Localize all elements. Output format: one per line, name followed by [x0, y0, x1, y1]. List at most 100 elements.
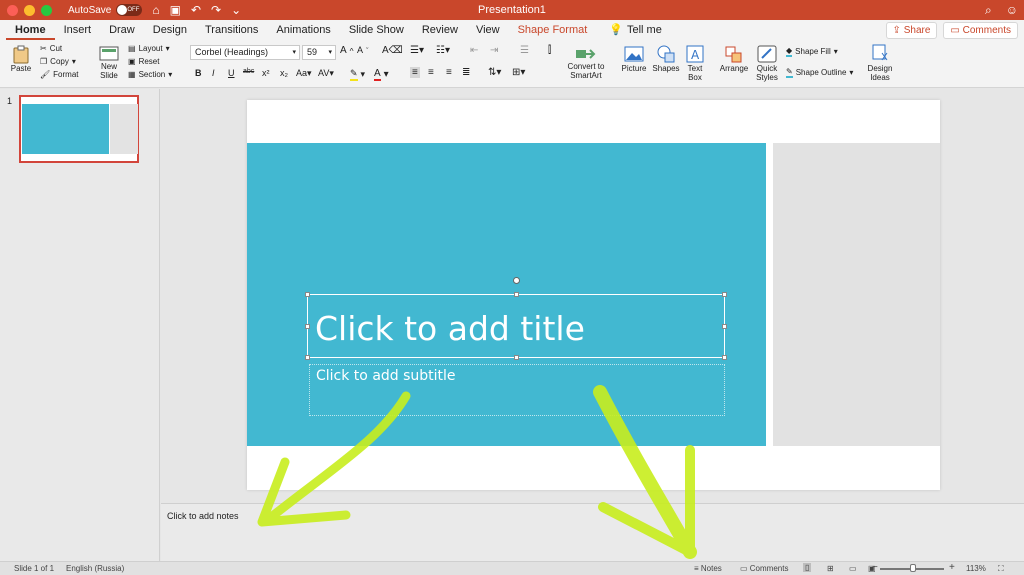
paste-button[interactable]: Paste: [8, 44, 34, 73]
tab-design[interactable]: Design: [144, 20, 196, 40]
minimize-window-button[interactable]: [24, 4, 35, 16]
tab-home[interactable]: Home: [6, 20, 55, 40]
undo-icon[interactable]: ↶: [191, 3, 201, 17]
customize-toolbar-icon[interactable]: ⌄: [231, 3, 241, 17]
new-slide-label-1: New: [100, 62, 117, 71]
comments-button[interactable]: ▭ Comments: [943, 22, 1018, 39]
slide-canvas[interactable]: Click to add title Click to add subtitle: [247, 100, 940, 490]
clear-formatting-icon[interactable]: A⌫: [382, 45, 403, 56]
redo-icon[interactable]: ↷: [211, 3, 221, 17]
tab-view[interactable]: View: [467, 20, 509, 40]
quick-styles-button[interactable]: Quick Styles: [752, 44, 782, 82]
underline-button[interactable]: U: [228, 68, 235, 78]
normal-view-icon[interactable]: ▯: [803, 563, 812, 572]
resize-handle[interactable]: [722, 324, 727, 329]
subscript-button[interactable]: x₂: [280, 68, 288, 78]
grey-rectangle-shape[interactable]: [773, 143, 940, 446]
picture-button[interactable]: Picture: [620, 44, 648, 73]
zoom-level[interactable]: 113%: [966, 564, 986, 573]
resize-handle[interactable]: [514, 355, 519, 360]
character-spacing-icon[interactable]: AV▾: [318, 68, 334, 79]
zoom-out-icon[interactable]: −: [872, 562, 878, 573]
rotate-handle[interactable]: [513, 277, 520, 284]
font-name-value: Corbel (Headings): [195, 47, 269, 57]
tell-me[interactable]: 💡 Tell me: [600, 20, 671, 40]
numbering-icon[interactable]: ☷▾: [436, 45, 450, 56]
align-center-icon[interactable]: ≡: [428, 67, 434, 78]
text-box-button[interactable]: A Text Box: [684, 44, 706, 82]
text-direction-icon[interactable]: ⇅▾: [488, 67, 501, 78]
autosave-toggle[interactable]: OFF: [116, 4, 143, 16]
highlight-color-icon[interactable]: ✎ ▾: [350, 68, 365, 81]
line-spacing-icon[interactable]: ☰: [520, 45, 529, 56]
save-icon[interactable]: ▣: [170, 3, 181, 17]
home-icon[interactable]: ⌂: [152, 3, 159, 17]
shape-outline-button[interactable]: ✎ Shape Outline ▾: [786, 67, 853, 78]
resize-handle[interactable]: [305, 292, 310, 297]
section-label: Section: [138, 70, 166, 79]
convert-smartart-button[interactable]: Convert to SmartArt: [566, 44, 606, 80]
shapes-button[interactable]: Shapes: [652, 44, 680, 73]
resize-handle[interactable]: [722, 292, 727, 297]
fit-to-window-icon[interactable]: ⛶: [998, 564, 1004, 574]
tab-review[interactable]: Review: [413, 20, 467, 40]
tab-slide-show[interactable]: Slide Show: [340, 20, 413, 40]
bullets-icon[interactable]: ☰▾: [410, 45, 424, 56]
reset-button[interactable]: ▣ Reset: [128, 57, 159, 66]
comments-label: Comments: [962, 25, 1011, 36]
resize-handle[interactable]: [305, 324, 310, 329]
superscript-button[interactable]: x²: [262, 68, 270, 78]
justify-icon[interactable]: ≣: [462, 67, 470, 78]
format-painter-button[interactable]: 🖌 Format: [40, 70, 79, 79]
new-slide-button[interactable]: New Slide: [95, 44, 123, 80]
close-window-button[interactable]: [7, 4, 18, 16]
tab-shape-format[interactable]: Shape Format: [509, 20, 597, 40]
clipboard-icon: [13, 45, 29, 64]
font-size-select[interactable]: 59 ▾: [302, 45, 336, 60]
arrange-button[interactable]: Arrange: [718, 44, 750, 73]
resize-handle[interactable]: [722, 355, 727, 360]
notes-toggle-button[interactable]: ≡ Notes: [694, 564, 722, 573]
copy-button[interactable]: ❐ Copy ▾: [40, 57, 76, 66]
shape-fill-button[interactable]: ◆ Shape Fill ▾: [786, 46, 838, 57]
italic-button[interactable]: I: [212, 68, 215, 78]
search-icon[interactable]: ⌕: [985, 3, 992, 18]
strikethrough-button[interactable]: abc: [243, 68, 254, 75]
resize-handle[interactable]: [305, 355, 310, 360]
design-ideas-button[interactable]: Design Ideas: [864, 42, 896, 82]
reading-view-icon[interactable]: ▭: [849, 564, 857, 573]
slide-sorter-icon[interactable]: ⊞: [827, 564, 834, 573]
align-left-icon[interactable]: ≡: [410, 67, 420, 78]
cut-button[interactable]: ✂ Cut: [40, 44, 62, 53]
align-right-icon[interactable]: ≡: [446, 67, 452, 78]
increase-font-button[interactable]: A ^: [340, 45, 354, 56]
resize-handle[interactable]: [514, 292, 519, 297]
design-ideas-label-1: Design: [867, 64, 893, 73]
tab-animations[interactable]: Animations: [267, 20, 339, 40]
zoom-window-button[interactable]: [41, 4, 52, 16]
columns-icon[interactable]: ⊞▾: [512, 67, 525, 78]
zoom-in-icon[interactable]: +: [949, 562, 955, 573]
decrease-font-button[interactable]: Aˇ: [357, 45, 369, 55]
zoom-slider-thumb[interactable]: [910, 564, 916, 572]
slide-thumbnail[interactable]: [19, 95, 139, 163]
change-case-icon[interactable]: Aa▾: [296, 68, 312, 79]
language-indicator[interactable]: English (Russia): [66, 564, 124, 573]
tab-transitions[interactable]: Transitions: [196, 20, 267, 40]
share-button[interactable]: ⇪ Share: [885, 22, 938, 39]
subtitle-placeholder[interactable]: Click to add subtitle: [309, 364, 725, 416]
notes-pane[interactable]: Click to add notes: [161, 503, 1024, 561]
increase-indent-icon[interactable]: ⇥: [490, 45, 498, 56]
font-name-select[interactable]: Corbel (Headings) ▾: [190, 45, 300, 60]
font-color-icon[interactable]: A ▾: [374, 68, 389, 81]
tab-insert[interactable]: Insert: [55, 20, 101, 40]
section-button[interactable]: ▦ Section ▾: [128, 70, 172, 79]
title-placeholder[interactable]: Click to add title: [305, 292, 727, 360]
layout-button[interactable]: ▤ Layout ▾: [128, 44, 170, 53]
align-text-icon[interactable]: ⫿: [548, 45, 551, 56]
bold-button[interactable]: B: [195, 68, 202, 78]
decrease-indent-icon[interactable]: ⇤: [470, 45, 478, 56]
comments-toggle-button[interactable]: ▭ Comments: [740, 564, 788, 573]
smiley-feedback-icon[interactable]: ☺: [1006, 3, 1018, 18]
tab-draw[interactable]: Draw: [100, 20, 144, 40]
